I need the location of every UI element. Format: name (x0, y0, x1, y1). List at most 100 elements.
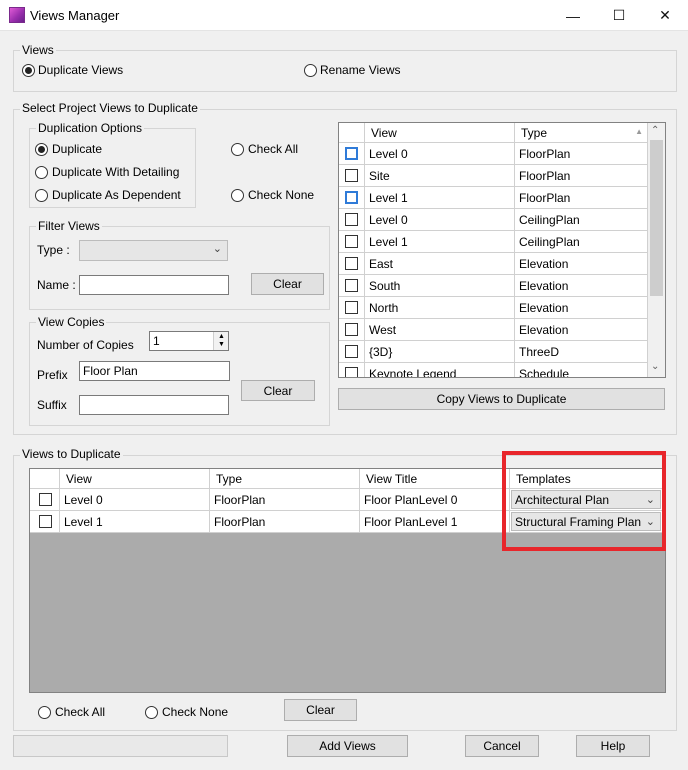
column-header-view[interactable]: View (365, 123, 515, 143)
row-checkbox[interactable] (345, 169, 358, 182)
row-checkbox[interactable] (39, 493, 52, 506)
prefix-input[interactable]: Floor Plan (79, 361, 230, 381)
column-header-type-2[interactable]: Type (210, 469, 360, 489)
table-row[interactable] (339, 187, 365, 209)
row-checkbox[interactable] (345, 323, 358, 336)
table-row[interactable] (339, 319, 365, 341)
type-cell[interactable]: Schedule (515, 363, 648, 377)
view-cell[interactable]: Level 1 (60, 511, 210, 533)
view-cell[interactable]: Level 0 (365, 209, 515, 231)
scroll-up-icon[interactable]: ⌃ (651, 125, 659, 136)
duplicate-views-radio[interactable] (22, 64, 35, 77)
type-cell[interactable]: ThreeD (515, 341, 648, 363)
view-cell[interactable]: West (365, 319, 515, 341)
duplicate-as-dependent-radio[interactable] (35, 189, 48, 202)
check-none-radio[interactable] (231, 189, 244, 202)
duplicate-with-detailing-radio[interactable] (35, 166, 48, 179)
suffix-input[interactable] (79, 395, 229, 415)
check-all-label[interactable]: Check All (248, 142, 298, 156)
minimize-icon[interactable]: — (550, 0, 596, 31)
type-cell[interactable]: FloorPlan (515, 143, 648, 165)
view-cell[interactable]: Site (365, 165, 515, 187)
row-checkbox[interactable] (345, 345, 358, 358)
table-row[interactable] (30, 489, 60, 511)
cancel-button[interactable]: Cancel (465, 735, 539, 757)
table-row[interactable] (339, 143, 365, 165)
number-of-copies-stepper[interactable]: 1 ▲ ▼ (149, 331, 229, 351)
view-cell[interactable]: Keynote Legend (365, 363, 515, 377)
type-cell[interactable]: Elevation (515, 297, 648, 319)
row-checkbox[interactable] (345, 147, 358, 160)
vertical-scrollbar[interactable]: ⌃ ⌄ (648, 123, 665, 377)
add-views-button[interactable]: Add Views (287, 735, 408, 757)
view-cell[interactable]: Level 0 (365, 143, 515, 165)
view-title-cell[interactable]: Floor PlanLevel 0 (360, 489, 510, 511)
dup-clear-button[interactable]: Clear (284, 699, 357, 721)
duplicate-views-label[interactable]: Duplicate Views (38, 63, 123, 77)
views-group-label: Views (20, 43, 56, 57)
view-cell[interactable]: Level 1 (365, 231, 515, 253)
column-header-view-2[interactable]: View (60, 469, 210, 489)
table-row[interactable] (339, 165, 365, 187)
view-cell[interactable]: Level 1 (365, 187, 515, 209)
duplicate-with-detailing-label[interactable]: Duplicate With Detailing (52, 165, 179, 179)
type-cell[interactable]: Elevation (515, 275, 648, 297)
row-checkbox[interactable] (345, 301, 358, 314)
type-cell[interactable]: FloorPlan (515, 165, 648, 187)
row-checkbox[interactable] (345, 257, 358, 270)
duplicate-as-dependent-label[interactable]: Duplicate As Dependent (52, 188, 181, 202)
dup-check-none-label[interactable]: Check None (162, 705, 228, 719)
column-header-view-title[interactable]: View Title (360, 469, 510, 489)
filter-clear-button[interactable]: Clear (251, 273, 324, 295)
table-row[interactable] (339, 209, 365, 231)
stepper-down-icon[interactable]: ▼ (218, 341, 225, 348)
dup-check-all-label[interactable]: Check All (55, 705, 105, 719)
type-cell[interactable]: CeilingPlan (515, 231, 648, 253)
view-cell[interactable]: South (365, 275, 515, 297)
check-none-label[interactable]: Check None (248, 188, 314, 202)
dup-check-none-radio[interactable] (145, 706, 158, 719)
view-cell[interactable]: Level 0 (60, 489, 210, 511)
maximize-icon[interactable]: ☐ (596, 0, 642, 31)
type-dropdown[interactable]: ⌄ (79, 240, 228, 261)
check-all-radio[interactable] (231, 143, 244, 156)
type-cell[interactable]: Elevation (515, 319, 648, 341)
rename-views-radio[interactable] (304, 64, 317, 77)
duplicate-label[interactable]: Duplicate (52, 142, 102, 156)
table-row[interactable] (339, 297, 365, 319)
duplicate-radio[interactable] (35, 143, 48, 156)
stepper-buttons[interactable]: ▲ ▼ (213, 332, 228, 350)
help-button[interactable]: Help (576, 735, 650, 757)
view-cell[interactable]: East (365, 253, 515, 275)
scroll-down-icon[interactable]: ⌄ (651, 361, 659, 372)
row-checkbox[interactable] (345, 235, 358, 248)
view-cell[interactable]: {3D} (365, 341, 515, 363)
table-row[interactable] (339, 363, 365, 377)
row-checkbox[interactable] (345, 279, 358, 292)
type-cell[interactable]: FloorPlan (210, 511, 360, 533)
close-icon[interactable]: ✕ (642, 0, 688, 31)
table-row[interactable] (30, 511, 60, 533)
type-cell[interactable]: CeilingPlan (515, 209, 648, 231)
type-cell[interactable]: FloorPlan (210, 489, 360, 511)
table-row[interactable] (339, 231, 365, 253)
dup-check-all-radio[interactable] (38, 706, 51, 719)
type-cell[interactable]: FloorPlan (515, 187, 648, 209)
rename-views-label[interactable]: Rename Views (320, 63, 400, 77)
view-title-cell[interactable]: Floor PlanLevel 1 (360, 511, 510, 533)
table-row[interactable] (339, 341, 365, 363)
copy-views-to-duplicate-button[interactable]: Copy Views to Duplicate (338, 388, 665, 410)
view-cell[interactable]: North (365, 297, 515, 319)
table-row[interactable] (339, 253, 365, 275)
scrollbar-thumb[interactable] (650, 140, 663, 296)
type-cell[interactable]: Elevation (515, 253, 648, 275)
row-checkbox[interactable] (39, 515, 52, 528)
row-checkbox[interactable] (345, 191, 358, 204)
stepper-up-icon[interactable]: ▲ (218, 333, 225, 340)
name-input[interactable] (79, 275, 229, 295)
row-checkbox[interactable] (345, 367, 358, 377)
column-header-type[interactable]: Type ▲ (515, 123, 648, 143)
table-row[interactable] (339, 275, 365, 297)
row-checkbox[interactable] (345, 213, 358, 226)
copies-clear-button[interactable]: Clear (241, 380, 315, 401)
